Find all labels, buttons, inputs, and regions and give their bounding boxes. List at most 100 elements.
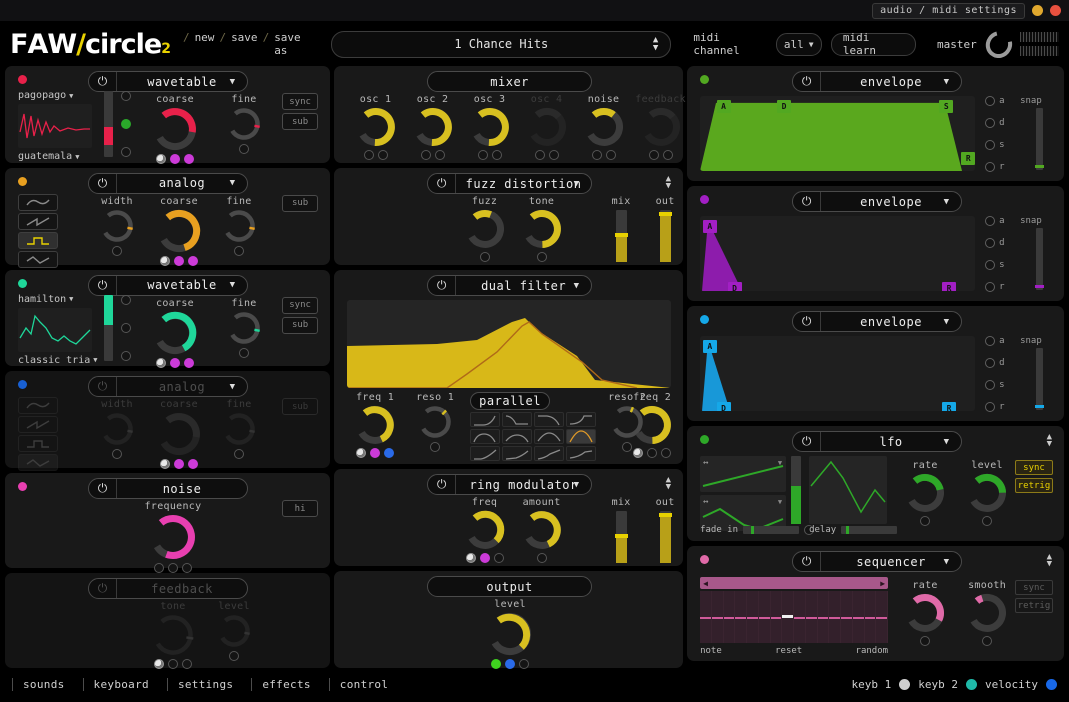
fuzz-mix-slider[interactable]: mix xyxy=(604,196,638,262)
noise-hi-button[interactable]: hi xyxy=(282,500,319,518)
filter-shape-0[interactable] xyxy=(470,412,501,427)
envelope-3-amount-slider[interactable] xyxy=(1035,348,1045,410)
chevron-down-icon[interactable]: ▼ xyxy=(778,459,782,467)
osc3-wavetable-position-slider[interactable] xyxy=(104,294,113,361)
mod-slot[interactable] xyxy=(430,442,441,452)
radio-icon[interactable] xyxy=(985,282,996,292)
panel-title[interactable]: ⏻ analog ▼ xyxy=(88,172,248,194)
chevron-down-icon[interactable]: ▼ xyxy=(574,480,579,490)
midi-channel-select[interactable]: all ▼ xyxy=(775,32,822,56)
footer-item-keyboard[interactable]: keyboard xyxy=(82,677,167,691)
mixer-osc3-knob[interactable]: osc 3 xyxy=(462,94,517,160)
osc3-wt-top-select[interactable]: hamilton ▼ xyxy=(18,294,98,305)
osc2-waveform-2[interactable] xyxy=(18,231,58,249)
osc1-coarse-knob[interactable]: coarse xyxy=(146,94,204,164)
envelope-3-snap-label[interactable]: snap xyxy=(1020,336,1042,346)
osc1-wt-top-select[interactable]: pagopago ▼ xyxy=(18,90,98,101)
power-icon[interactable]: ⏻ xyxy=(428,276,457,295)
mod-slot[interactable] xyxy=(982,516,993,526)
chevron-updown-icon[interactable]: ▲ ▼ xyxy=(653,36,658,53)
sequencer-step-10[interactable] xyxy=(805,591,818,643)
radio-icon[interactable] xyxy=(985,336,996,346)
filter-shape-7[interactable] xyxy=(566,429,597,444)
mod-slot[interactable] xyxy=(491,659,502,669)
osc4-waveform-0[interactable] xyxy=(18,397,58,415)
midi-learn-button[interactable]: midi learn xyxy=(830,31,916,57)
chevron-down-icon[interactable]: ▼ xyxy=(944,437,949,447)
sequencer-step-14[interactable] xyxy=(852,591,865,643)
sequencer-step-4[interactable] xyxy=(735,591,748,643)
panel-title[interactable]: ⏻ sequencer ▼ xyxy=(792,551,963,572)
mod-slot[interactable] xyxy=(182,563,192,574)
chevron-down-icon[interactable]: ▼ xyxy=(944,317,949,327)
sequencer-reset-label[interactable]: reset xyxy=(775,646,802,656)
envelope-2-radio-r[interactable]: r xyxy=(985,282,1005,292)
envelope-3-r-handle[interactable]: R xyxy=(942,402,957,411)
mod-slot[interactable] xyxy=(170,357,180,368)
preset-selector[interactable]: 1 Chance Hits ▲ ▼ xyxy=(331,30,672,58)
sequencer-step-13[interactable] xyxy=(841,591,853,643)
mod-slot[interactable] xyxy=(491,150,502,160)
envelope-3-graph[interactable]: A D R xyxy=(700,336,976,411)
osc4-width-knob[interactable]: width xyxy=(93,399,141,460)
power-icon[interactable]: ⏻ xyxy=(89,377,117,397)
sequencer-step-2[interactable] xyxy=(711,591,724,643)
osc3-sync-button[interactable]: sync xyxy=(282,296,319,314)
radio-icon[interactable] xyxy=(985,260,996,270)
chevron-down-icon[interactable]: ▼ xyxy=(778,498,782,506)
mod-slot[interactable] xyxy=(121,119,131,129)
filter-response-graph[interactable] xyxy=(347,300,672,388)
osc3-wt-bottom-select[interactable]: classic tria ▼ xyxy=(18,355,98,366)
radio-icon[interactable] xyxy=(985,402,996,412)
mod-slot[interactable] xyxy=(174,459,184,470)
osc4-color-dot[interactable] xyxy=(18,380,27,390)
mod-slot[interactable] xyxy=(519,659,530,669)
velocity-label[interactable]: velocity xyxy=(985,678,1038,691)
panel-title[interactable]: ⏻ envelope ▼ xyxy=(792,311,963,332)
osc1-fine-knob[interactable]: fine xyxy=(220,94,268,154)
mixer-osc4-knob[interactable]: osc 4 xyxy=(519,94,574,160)
mixer-noise-knob[interactable]: noise xyxy=(576,94,631,160)
mod-slot[interactable] xyxy=(536,553,547,563)
envelope-2-color-dot[interactable] xyxy=(700,195,710,204)
filter-shape-2[interactable] xyxy=(534,412,565,427)
filter-freq2-knob[interactable]: freq 2 xyxy=(624,392,680,458)
envelope-3-radio-a[interactable]: a xyxy=(985,336,1005,346)
sequencer-step-12[interactable] xyxy=(829,591,842,643)
mod-slot[interactable] xyxy=(174,255,184,266)
envelope-3-radio-d[interactable]: d xyxy=(985,358,1005,368)
osc3-wavetable-display[interactable] xyxy=(18,307,92,352)
feedback-tone-knob[interactable]: tone xyxy=(145,601,201,670)
mod-slot[interactable] xyxy=(239,347,249,358)
osc2-waveform-3[interactable] xyxy=(18,250,58,268)
mixer-osc1-knob[interactable]: osc 1 xyxy=(348,94,403,160)
mod-slot[interactable] xyxy=(648,150,659,160)
osc2-waveform-1[interactable] xyxy=(18,212,58,230)
power-icon[interactable]: ⏻ xyxy=(428,174,457,193)
mod-slot[interactable] xyxy=(156,357,166,368)
ringmod-mix-slider[interactable]: mix xyxy=(604,497,638,563)
osc4-waveform-1[interactable] xyxy=(18,416,58,434)
sequencer-note-label[interactable]: note xyxy=(700,646,722,656)
mod-slot[interactable] xyxy=(477,150,488,160)
osc3-coarse-knob[interactable]: coarse xyxy=(146,298,204,368)
panel-title[interactable]: mixer xyxy=(427,71,593,92)
footer-item-settings[interactable]: settings xyxy=(166,677,251,691)
mod-slot[interactable] xyxy=(168,563,178,574)
mod-slot[interactable] xyxy=(154,563,164,574)
mod-slot[interactable] xyxy=(121,147,131,157)
ringmod-freq-knob[interactable]: freq xyxy=(457,497,512,563)
envelope-1-d-handle[interactable]: D xyxy=(777,99,792,113)
sequencer-length-bar[interactable]: ◀ ▶ xyxy=(700,577,889,589)
lfo-rate-knob[interactable]: rate xyxy=(897,460,953,526)
sequencer-step-1[interactable] xyxy=(700,591,712,643)
osc2-coarse-knob[interactable]: coarse xyxy=(150,196,208,266)
sequencer-step-15[interactable] xyxy=(864,591,877,643)
mod-slot[interactable] xyxy=(121,91,131,101)
chevron-down-icon[interactable]: ▼ xyxy=(230,77,235,87)
panel-title[interactable]: ⏻ feedback xyxy=(88,578,248,600)
sequencer-step-6[interactable] xyxy=(758,591,771,643)
mod-slot[interactable] xyxy=(112,449,122,460)
fuzz-fuzz-knob[interactable]: fuzz xyxy=(457,196,512,262)
envelope-1-a-handle[interactable]: A xyxy=(716,99,731,113)
